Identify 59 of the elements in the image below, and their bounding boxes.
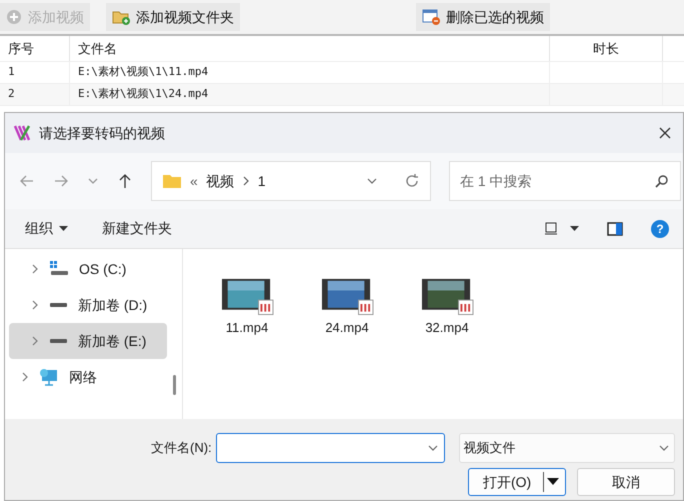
- overflow-chevron[interactable]: «: [190, 170, 198, 192]
- search-icon: [655, 174, 669, 188]
- search-field[interactable]: 在 1 中搜索: [449, 161, 681, 201]
- filetype-dropdown[interactable]: 视频文件: [458, 433, 675, 463]
- filename-field[interactable]: [216, 433, 445, 463]
- window-remove-icon: [422, 9, 440, 25]
- drive-icon: [49, 261, 69, 277]
- refresh-icon[interactable]: [404, 173, 420, 189]
- preview-pane-icon[interactable]: [607, 222, 623, 236]
- help-button[interactable]: ?: [651, 220, 669, 238]
- caret-down-icon: [547, 478, 560, 486]
- command-button[interactable]: 新建文件夹: [102, 218, 172, 239]
- filename-label: 文件名(N):: [151, 439, 212, 458]
- chevron-right-icon[interactable]: [31, 336, 39, 346]
- file-item[interactable]: 32.mp4: [416, 277, 478, 337]
- drive-icon: [50, 303, 67, 307]
- folder-add-icon: [112, 9, 130, 25]
- file-item[interactable]: 11.mp4: [216, 277, 278, 337]
- network-icon: [39, 368, 59, 386]
- chevron-right-icon[interactable]: [21, 372, 29, 382]
- sidebar-item[interactable]: 新加卷 (E:): [9, 323, 167, 359]
- view-icon[interactable]: [544, 222, 558, 236]
- dialog-button[interactable]: 打开(O): [468, 468, 566, 496]
- drive-icon: [50, 339, 67, 343]
- table-cell: 2: [0, 84, 70, 105]
- app-icon: [13, 124, 31, 142]
- toolbar-button[interactable]: 添加视频文件夹: [106, 3, 240, 31]
- file-name[interactable]: 11.mp4: [226, 318, 268, 337]
- file-name[interactable]: 24.mp4: [325, 318, 369, 337]
- caret-down-icon[interactable]: [570, 226, 579, 232]
- up-arrow-icon[interactable]: [117, 173, 133, 189]
- dialog-button[interactable]: 取消: [577, 468, 675, 496]
- sidebar-item[interactable]: 网络: [13, 359, 163, 395]
- command-button[interactable]: 组织: [25, 218, 68, 239]
- table-cell: E:\素材\视频\1\24.mp4: [70, 84, 550, 105]
- breadcrumb-item[interactable]: 视频: [206, 170, 234, 192]
- table-cell: 1: [0, 62, 70, 83]
- chevron-right-icon[interactable]: [31, 300, 39, 310]
- address-bar[interactable]: « 视频 1: [151, 161, 431, 201]
- column-header[interactable]: 文件名: [70, 36, 550, 61]
- file-name[interactable]: 32.mp4: [425, 318, 469, 337]
- sidebar-item[interactable]: 新加卷 (D:): [9, 287, 167, 323]
- caret-down-icon: [59, 226, 68, 232]
- scrollbar-thumb[interactable]: [173, 375, 176, 395]
- chevron-right-icon: [242, 176, 250, 186]
- column-header[interactable]: 时长: [550, 36, 663, 61]
- file-item[interactable]: 24.mp4: [316, 277, 378, 337]
- table-cell: E:\素材\视频\1\11.mp4: [70, 62, 550, 83]
- dialog-title: 请选择要转码的视频: [39, 124, 165, 142]
- plus-circle-icon: [6, 9, 22, 25]
- breadcrumb-item[interactable]: 1: [258, 170, 266, 192]
- folder-icon: [162, 173, 182, 189]
- close-icon[interactable]: [659, 127, 671, 139]
- chevron-right-icon[interactable]: [31, 264, 39, 274]
- forward-arrow-icon[interactable]: [53, 173, 69, 189]
- back-arrow-icon[interactable]: [19, 173, 35, 189]
- toolbar-button[interactable]: 删除已选的视频: [416, 3, 550, 31]
- sidebar-item[interactable]: OS (C:): [9, 251, 167, 287]
- column-header[interactable]: 序号: [0, 36, 70, 61]
